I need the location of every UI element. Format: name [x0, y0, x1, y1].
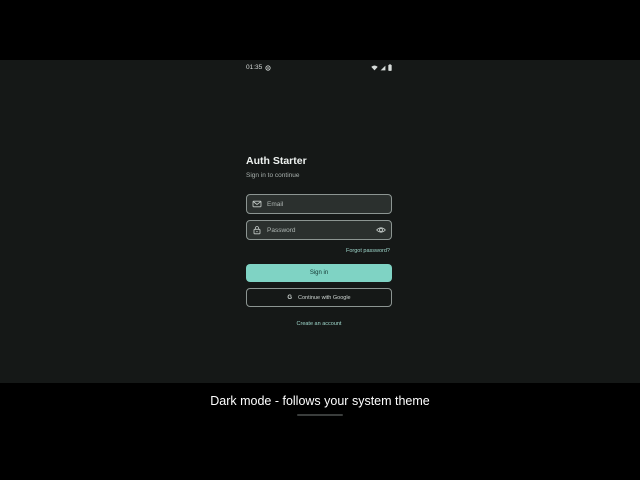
mail-icon — [252, 199, 262, 209]
top-letterbox — [0, 0, 640, 60]
status-icons — [371, 64, 392, 71]
google-button-label: Continue with Google — [298, 294, 351, 301]
status-bar: 01:35 — [238, 60, 402, 76]
signal-icon — [380, 65, 386, 70]
google-icon: G — [287, 294, 293, 301]
sign-in-button[interactable]: Sign in — [246, 264, 392, 282]
page-subtitle: Sign in to continue — [246, 172, 300, 179]
caption-text: Dark mode - follows your system theme — [210, 394, 430, 408]
phone-screen: 01:35 Auth Starter Sign in to continue E… — [238, 60, 402, 383]
password-field[interactable] — [246, 220, 392, 240]
continue-with-google-button[interactable]: G Continue with Google — [246, 288, 392, 307]
forgot-password-link[interactable]: Forgot password? — [346, 248, 390, 254]
status-time-group: 01:35 — [246, 64, 271, 71]
email-field[interactable] — [246, 194, 392, 214]
battery-icon — [388, 64, 392, 71]
wifi-icon — [371, 65, 378, 70]
lock-icon — [252, 225, 262, 235]
email-input[interactable] — [267, 200, 391, 208]
page-title: Auth Starter — [246, 155, 307, 167]
eye-icon[interactable] — [376, 225, 386, 235]
settings-icon — [265, 64, 271, 71]
status-time: 01:35 — [246, 64, 263, 71]
password-input[interactable] — [267, 226, 376, 234]
create-account-link[interactable]: Create an account — [246, 321, 392, 327]
home-indicator — [297, 414, 343, 416]
